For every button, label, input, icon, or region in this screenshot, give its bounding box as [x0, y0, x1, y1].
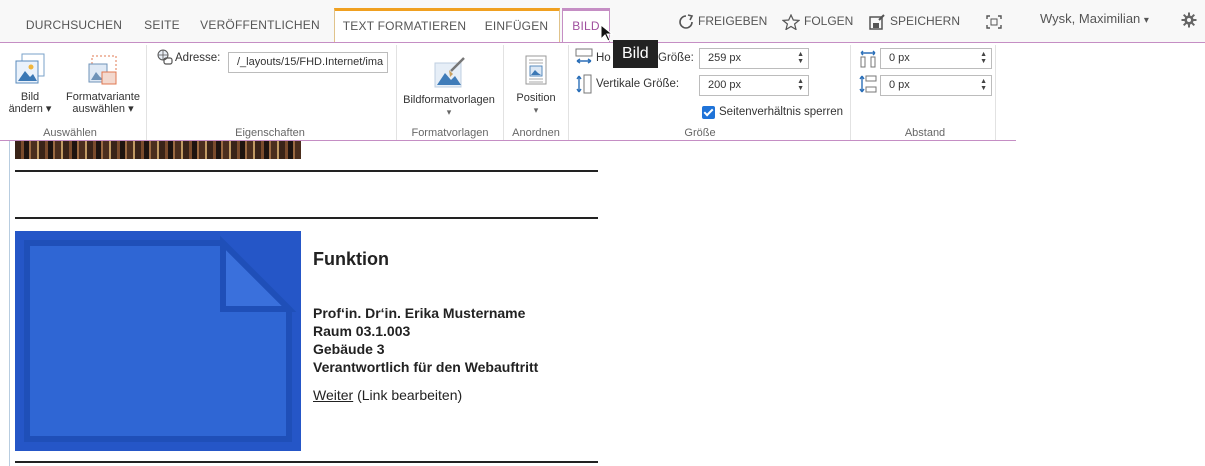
- contact-room: Raum 03.1.003: [313, 323, 411, 339]
- position-icon: [525, 55, 547, 85]
- chevron-down-icon: ▾: [446, 107, 452, 117]
- horizontal-size-input[interactable]: 259 px ▲ ▼: [699, 48, 809, 69]
- focus-button[interactable]: [985, 10, 1007, 32]
- address-label: Adresse:: [175, 52, 221, 64]
- horizontal-spacing-value: 0 px: [889, 52, 910, 64]
- group-label-abstand: Abstand: [904, 127, 946, 139]
- tab-seite[interactable]: SEITE: [136, 8, 188, 42]
- vertical-size-value: 200 px: [708, 79, 742, 91]
- position-label: Position: [516, 92, 556, 104]
- vertical-spacing-value: 0 px: [889, 79, 910, 91]
- format-variant-button[interactable]: Formatvariante auswählen ▾: [58, 52, 148, 115]
- group-separator: [396, 45, 397, 140]
- bookshelf-image[interactable]: [15, 141, 301, 159]
- tab-text-formatieren[interactable]: TEXT FORMATIEREN: [334, 8, 474, 42]
- spinner-arrows-icon[interactable]: ▲ ▼: [980, 78, 987, 92]
- group-label-eigenschaften: Eigenschaften: [235, 127, 305, 139]
- vertical-spacing-icon: [859, 75, 877, 93]
- vertical-size-label: Vertikale Größe:: [596, 78, 680, 90]
- lock-aspect-ratio-label: Seitenverhältnis sperren: [719, 106, 844, 118]
- image-styles-label: Bildformatvorlagen: [403, 94, 495, 106]
- tab-durchsuchen[interactable]: DURCHSUCHEN: [18, 8, 130, 42]
- user-name: Wysk, Maximilian: [1040, 11, 1141, 26]
- image-placeholder-icon[interactable]: [15, 231, 301, 451]
- horizontal-size-label-start: Ho: [596, 52, 611, 64]
- spinner-arrows-icon[interactable]: ▲ ▼: [797, 51, 804, 65]
- address-input[interactable]: /_layouts/15/FHD.Internet/ima: [228, 52, 388, 73]
- change-picture-label-1: Bild: [20, 91, 40, 103]
- share-icon: [679, 14, 694, 29]
- vertical-size-input[interactable]: 200 px ▲ ▼: [699, 75, 809, 96]
- tooltip: Bild: [613, 40, 658, 68]
- spinner-arrows-icon[interactable]: ▲ ▼: [980, 51, 987, 65]
- save-button[interactable]: SPEICHERN: [868, 10, 960, 32]
- vertical-size-icon: [576, 74, 592, 94]
- group-label-groesse: Größe: [684, 127, 716, 139]
- focus-on-content-icon: [986, 15, 1002, 29]
- tab-veroeffentlichen[interactable]: VERÖFFENTLICHEN: [194, 8, 326, 42]
- chevron-down-icon: ▾: [1143, 15, 1149, 26]
- more-link[interactable]: Weiter: [313, 387, 353, 403]
- chevron-down-icon: ▾: [45, 103, 52, 115]
- position-button[interactable]: Position ▾: [506, 53, 566, 116]
- group-separator: [146, 45, 147, 140]
- edit-area-border: [9, 141, 10, 466]
- group-separator: [503, 45, 504, 140]
- follow-label: FOLGEN: [804, 14, 854, 28]
- group-separator: [850, 45, 851, 140]
- horizontal-rule: [15, 217, 598, 219]
- user-menu[interactable]: Wysk, Maximilian ▾: [1040, 8, 1149, 30]
- change-picture-icon: [15, 53, 45, 84]
- group-label-anordnen: Anordnen: [512, 127, 560, 139]
- horizontal-size-icon: [575, 48, 593, 64]
- more-link-row: Weiter (Link bearbeiten): [313, 387, 462, 403]
- vertical-spacing-input[interactable]: 0 px ▲ ▼: [880, 75, 992, 96]
- format-variant-icon: [88, 55, 117, 85]
- contact-building: Gebäude 3: [313, 341, 385, 357]
- contact-name: Prof‘in. Dr‘in. Erika Mustername: [313, 305, 526, 321]
- group-label-auswaehlen: Auswählen: [43, 127, 97, 139]
- group-label-formatvorlagen: Formatvorlagen: [411, 127, 489, 139]
- follow-button[interactable]: FOLGEN: [781, 10, 854, 32]
- share-label: FREIGEBEN: [698, 14, 768, 28]
- spinner-arrows-icon[interactable]: ▲ ▼: [797, 78, 804, 92]
- save-icon: [869, 14, 885, 30]
- group-separator: [995, 45, 996, 140]
- link-globe-icon: [157, 49, 173, 65]
- star-icon: [781, 13, 801, 31]
- image-styles-icon: [434, 57, 465, 88]
- gear-icon[interactable]: [1181, 12, 1197, 28]
- group-separator: [568, 45, 569, 140]
- horizontal-size-label-end: Größe:: [658, 52, 694, 64]
- horizontal-rule: [15, 461, 598, 463]
- chevron-down-icon: ▾: [128, 103, 134, 115]
- link-edit-note: (Link bearbeiten): [357, 387, 463, 403]
- horizontal-spacing-icon: [860, 50, 876, 68]
- lock-aspect-ratio-checkbox[interactable]: [702, 106, 715, 119]
- horizontal-spacing-input[interactable]: 0 px ▲ ▼: [880, 48, 992, 69]
- horizontal-rule: [15, 170, 598, 172]
- format-variant-label-2: auswählen: [72, 103, 125, 115]
- horizontal-size-value: 259 px: [708, 52, 742, 64]
- chevron-down-icon: ▾: [533, 105, 539, 115]
- contact-responsibility: Verantwortlich für den Webauftritt: [313, 359, 539, 375]
- change-picture-label-2: ändern: [8, 103, 43, 115]
- save-label: SPEICHERN: [890, 14, 961, 28]
- image-styles-button[interactable]: Bildformatvorlagen ▾: [398, 55, 500, 118]
- mouse-cursor-icon: [600, 24, 614, 42]
- format-variant-label-1: Formatvariante: [66, 91, 140, 103]
- share-button[interactable]: FREIGEBEN: [678, 10, 767, 32]
- change-picture-button[interactable]: Bild ändern ▾: [8, 52, 52, 115]
- function-heading: Funktion: [313, 249, 389, 269]
- tab-einfuegen[interactable]: EINFÜGEN: [474, 8, 560, 42]
